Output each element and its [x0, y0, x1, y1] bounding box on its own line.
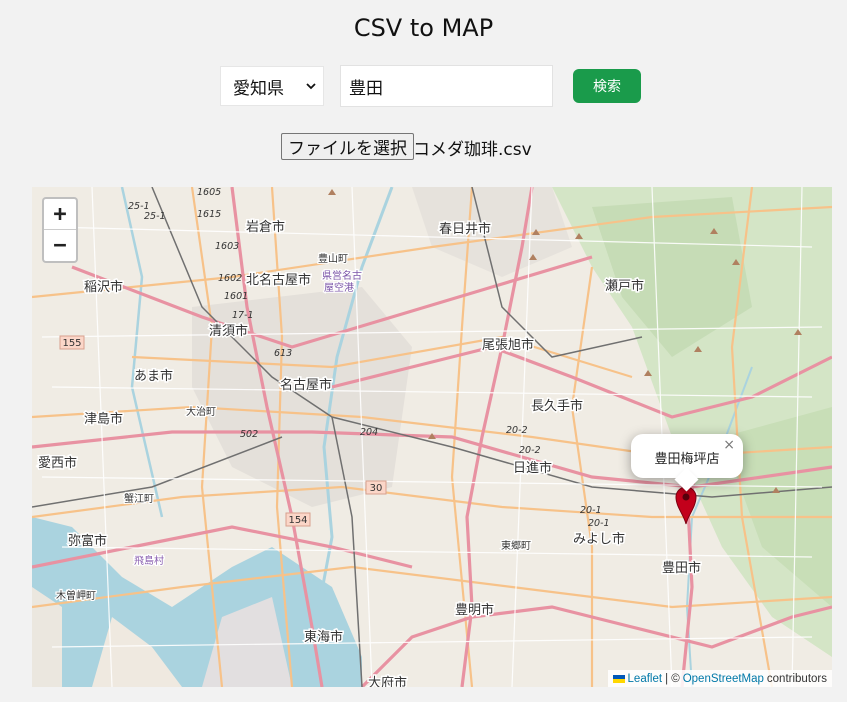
- route-shield: 155: [62, 338, 81, 349]
- place-label: 木曽岬町: [56, 589, 96, 602]
- place-label: 屋空港: [324, 281, 354, 294]
- svg-text:1615: 1615: [197, 209, 221, 220]
- place-label: 尾張旭市: [482, 337, 534, 353]
- place-label: 東海市: [304, 629, 343, 645]
- place-label: 蟹江町: [124, 492, 154, 505]
- place-label: 大治町: [186, 405, 216, 418]
- file-name-label: コメダ珈琲.csv: [413, 140, 532, 160]
- route-shield: 154: [288, 515, 307, 526]
- place-label: 大府市: [368, 675, 407, 687]
- prefecture-select[interactable]: 愛知県: [220, 66, 324, 106]
- place-label: 豊明市: [455, 602, 494, 618]
- svg-text:20-2: 20-2: [519, 445, 541, 456]
- zoom-in-button[interactable]: +: [44, 199, 76, 230]
- place-label: 津島市: [84, 411, 123, 427]
- attribution-separator: | ©: [665, 672, 680, 685]
- place-label: 豊山町: [318, 252, 348, 265]
- svg-text:25-1: 25-1: [144, 211, 166, 222]
- place-label: 北名古屋市: [246, 272, 311, 288]
- place-label: あま市: [134, 368, 173, 384]
- svg-text:20-1: 20-1: [580, 505, 602, 516]
- place-label: 稲沢市: [84, 279, 123, 295]
- svg-text:1605: 1605: [197, 187, 221, 198]
- svg-text:1602: 1602: [218, 273, 242, 284]
- svg-text:20-1: 20-1: [588, 518, 610, 529]
- chevron-down-icon: [306, 83, 316, 90]
- place-label: みよし市: [573, 531, 625, 547]
- page-title: CSV to MAP: [353, 14, 494, 42]
- zoom-control: + −: [42, 197, 78, 263]
- zoom-out-button[interactable]: −: [44, 230, 76, 260]
- search-button[interactable]: 検索: [573, 69, 641, 103]
- city-input[interactable]: 豊田: [340, 65, 553, 107]
- route-shield: 30: [370, 483, 383, 494]
- place-label: 弥富市: [68, 533, 107, 549]
- place-label: 愛西市: [38, 455, 77, 471]
- place-label: 名古屋市: [280, 377, 332, 393]
- place-label: 日進市: [513, 460, 552, 476]
- svg-text:204: 204: [360, 427, 378, 438]
- svg-text:20-2: 20-2: [506, 425, 528, 436]
- prefecture-select-value: 愛知県: [233, 78, 284, 99]
- place-label: 清須市: [209, 323, 248, 339]
- svg-text:502: 502: [240, 429, 258, 440]
- marker-popup: 豊田梅坪店 ×: [631, 434, 743, 492]
- file-select-button[interactable]: ファイルを選択: [281, 133, 414, 160]
- osm-link[interactable]: OpenStreetMap: [683, 673, 764, 685]
- place-label: 豊田市: [662, 560, 701, 576]
- svg-text:613: 613: [274, 348, 292, 359]
- attribution-contributors: contributors: [766, 672, 827, 685]
- place-label: 瀬戸市: [605, 278, 644, 294]
- place-label: 春日井市: [439, 221, 491, 237]
- svg-text:1603: 1603: [215, 241, 239, 252]
- popup-close-button[interactable]: ×: [723, 437, 735, 453]
- place-label: 東郷町: [501, 539, 531, 552]
- place-label: 飛島村: [134, 554, 164, 567]
- place-label: 岩倉市: [246, 219, 285, 235]
- place-label: 長久手市: [531, 398, 583, 414]
- map-view[interactable]: 155 30 154 25-1 25-1 1605 1615 1603 1602 160…: [32, 187, 832, 687]
- svg-text:1601: 1601: [224, 291, 248, 302]
- svg-text:17-1: 17-1: [232, 310, 254, 321]
- map-attribution: Leaflet | © OpenStreetMap contributors: [607, 670, 832, 687]
- leaflet-link[interactable]: Leaflet: [628, 673, 663, 685]
- ukraine-flag-icon: [612, 674, 625, 683]
- place-label: 県営名古: [322, 269, 362, 282]
